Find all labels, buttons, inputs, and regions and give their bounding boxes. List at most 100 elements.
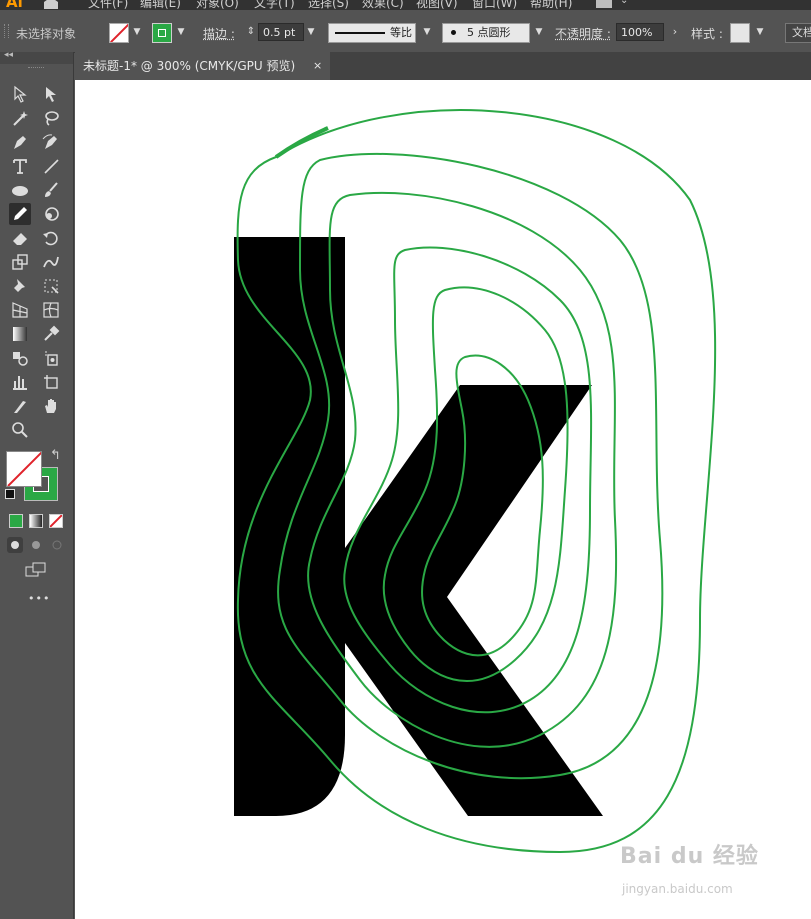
fill-swatch-none[interactable] (109, 23, 129, 43)
brush-dot-icon (451, 30, 456, 35)
workspace-switcher-icon[interactable] (596, 0, 612, 8)
control-bar-grip[interactable] (4, 24, 9, 38)
profile-label: 等比 (390, 26, 412, 39)
blend-tool[interactable] (9, 347, 31, 369)
symbol-sprayer-tool[interactable] (40, 347, 62, 369)
document-tab[interactable]: 未标题-1* @ 300% (CMYK/GPU 预览) × (75, 52, 330, 80)
style-label: 样式 : (691, 27, 723, 41)
mesh-tool[interactable] (40, 299, 62, 321)
selection-tool[interactable] (9, 83, 31, 105)
color-mode-icon[interactable] (9, 514, 23, 528)
gradient-tool[interactable] (9, 323, 31, 345)
stroke-weight-field[interactable]: 0.5 pt (258, 23, 304, 41)
screen-mode-icon[interactable] (25, 562, 47, 578)
eyedropper-tool[interactable] (40, 323, 62, 345)
draw-inside-icon[interactable] (49, 537, 65, 553)
opacity-field[interactable]: 100% (616, 23, 664, 41)
none-mode-icon[interactable] (49, 514, 63, 528)
stroke-swatch[interactable] (152, 23, 172, 43)
fill-chevron-down-icon[interactable]: ▼ (130, 24, 144, 40)
fill-color-none[interactable] (6, 451, 42, 487)
pushpin-icon (14, 279, 25, 292)
pencil-tool[interactable] (9, 203, 31, 225)
edit-toolbar-more-icon[interactable]: ••• (28, 592, 50, 605)
app-logo: Ai (6, 0, 23, 10)
ellipse-tool[interactable] (9, 179, 31, 201)
menu-file[interactable]: 文件(F) (88, 0, 128, 10)
document-setup-button[interactable]: 文档 (785, 23, 811, 43)
draw-behind-icon[interactable] (28, 537, 44, 553)
type-tool[interactable] (9, 155, 31, 177)
variable-width-profile[interactable]: 等比 (328, 23, 416, 43)
zoom-tool[interactable] (9, 419, 31, 441)
stroke-weight-chevron-down-icon[interactable]: ▼ (304, 24, 318, 40)
menu-object[interactable]: 对象(O) (196, 0, 239, 10)
menu-type[interactable]: 文字(T) (254, 0, 295, 10)
magic-wand-icon (13, 111, 28, 126)
menu-select[interactable]: 选择(S) (308, 0, 349, 10)
brush-chevron-down-icon[interactable]: ▼ (532, 24, 546, 40)
default-fill-stroke-icon[interactable] (5, 489, 15, 499)
close-icon[interactable]: × (313, 52, 322, 80)
lasso-tool[interactable] (40, 107, 62, 129)
zoom-magnifier-icon (12, 422, 28, 438)
warp-tool[interactable] (40, 251, 62, 273)
line-segment-tool[interactable] (40, 155, 62, 177)
puppet-warp-tool[interactable] (9, 275, 31, 297)
paintbrush-tool[interactable] (40, 179, 62, 201)
menu-edit[interactable]: 编辑(E) (140, 0, 181, 10)
brush-definition[interactable]: 5 点圆形 (442, 23, 530, 43)
pen-nib-icon (14, 136, 26, 149)
collapse-icon[interactable]: ◂◂ (4, 50, 13, 60)
lasso-icon (45, 111, 59, 126)
swap-fill-stroke-icon[interactable]: ↰ (50, 448, 61, 463)
eraser-tool[interactable] (9, 227, 31, 249)
control-bar: 未选择对象 ▼ ▼ 描边 : ⇕ 0.5 pt ▼ 等比 ▼ 5 点圆形 ▼ 不… (0, 10, 811, 53)
selection-arrow-icon (14, 85, 27, 103)
draw-normal-icon[interactable] (7, 537, 23, 553)
profile-line-icon (335, 32, 385, 34)
selection-status: 未选择对象 (16, 27, 77, 41)
pen-tool[interactable] (9, 131, 31, 153)
style-chevron-down-icon[interactable]: ▼ (753, 24, 767, 40)
watermark-url: jingyan.baidu.com (622, 882, 733, 896)
warp-icon (43, 256, 59, 268)
stroke-chevron-down-icon[interactable]: ▼ (174, 24, 188, 40)
slice-knife-icon (14, 401, 26, 413)
letter-k-arm[interactable] (345, 385, 603, 816)
column-graph-tool[interactable] (9, 371, 31, 393)
curvature-tool[interactable] (40, 131, 62, 153)
menu-effect[interactable]: 效果(C) (362, 0, 404, 10)
direct-selection-arrow-icon (46, 87, 56, 102)
magic-wand-tool[interactable] (9, 107, 31, 129)
shaper-tool[interactable] (40, 203, 62, 225)
artboard-tool[interactable] (40, 371, 62, 393)
menu-window[interactable]: 窗口(W) (472, 0, 517, 10)
tools-panel-header[interactable]: ◂◂ (0, 50, 73, 64)
artboard-canvas[interactable] (75, 80, 811, 919)
opacity-label[interactable]: 不透明度 : (555, 25, 611, 42)
ellipse-icon (12, 186, 28, 196)
scale-tool[interactable] (9, 251, 31, 273)
hand-icon (45, 399, 56, 413)
stroke-weight-stepper-icon[interactable]: ⇕ (244, 24, 258, 40)
perspective-grid-tool[interactable] (9, 299, 31, 321)
home-icon[interactable] (42, 0, 60, 9)
curvature-pen-icon (42, 134, 57, 149)
profile-chevron-down-icon[interactable]: ▼ (420, 24, 434, 40)
menu-help[interactable]: 帮助(H) (530, 0, 572, 10)
hand-tool[interactable] (40, 395, 62, 417)
watermark-logo: Bai du 经验 (620, 844, 759, 869)
slice-tool[interactable] (9, 395, 31, 417)
gradient-mode-icon[interactable] (29, 514, 43, 528)
graphic-style-swatch[interactable] (730, 23, 750, 43)
stroke-label[interactable]: 描边 : (203, 25, 235, 42)
workspace-chevron-down-icon[interactable]: ⌄ (620, 0, 628, 6)
rotate-tool[interactable] (40, 227, 62, 249)
free-transform-tool[interactable] (40, 275, 62, 297)
tools-panel-grip[interactable] (28, 67, 44, 70)
menu-view[interactable]: 视图(V) (416, 0, 458, 10)
opacity-chevron-right-icon[interactable]: › (668, 24, 682, 40)
direct-selection-tool[interactable] (40, 83, 62, 105)
line-segment-icon (44, 159, 59, 174)
